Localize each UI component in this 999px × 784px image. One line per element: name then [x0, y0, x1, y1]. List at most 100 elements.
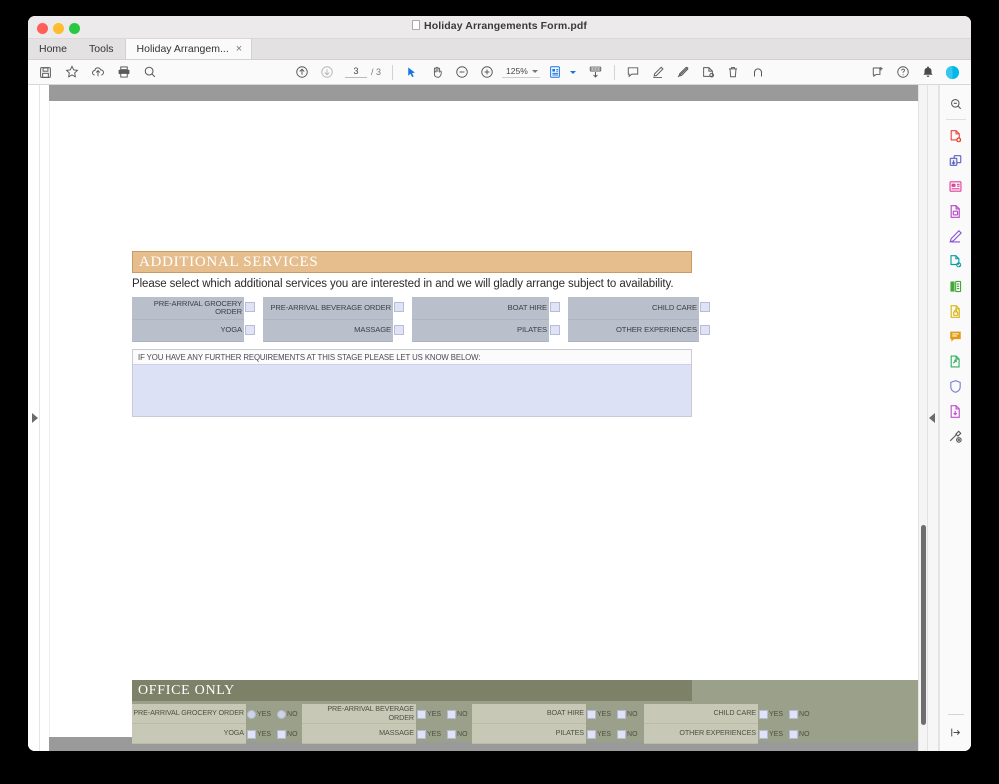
- office-row[interactable]: YOGA YES: [132, 724, 302, 744]
- combine-files-icon[interactable]: [944, 149, 968, 174]
- service-row[interactable]: PRE-ARRIVAL BEVERAGE ORDER: [263, 297, 393, 320]
- office-option-yes[interactable]: YES: [247, 710, 271, 719]
- create-pdf-icon[interactable]: [944, 124, 968, 149]
- yes-checkbox[interactable]: [587, 730, 596, 739]
- vertical-scrollbar[interactable]: [918, 85, 927, 751]
- close-icon[interactable]: ×: [236, 44, 242, 55]
- send-for-review-icon[interactable]: [944, 349, 968, 374]
- office-option-yes[interactable]: YES: [417, 710, 441, 719]
- edit-pdf-icon[interactable]: [944, 224, 968, 249]
- zoom-out-icon[interactable]: [450, 62, 473, 83]
- yes-checkbox[interactable]: [759, 710, 768, 719]
- office-option-no[interactable]: NO: [617, 710, 638, 719]
- office-option-yes[interactable]: YES: [759, 710, 783, 719]
- no-checkbox[interactable]: [617, 710, 626, 719]
- fill-and-sign-icon[interactable]: [584, 62, 607, 83]
- further-requirements-input[interactable]: [133, 364, 691, 416]
- yes-checkbox[interactable]: [587, 710, 596, 719]
- scrollbar-thumb[interactable]: [921, 525, 926, 725]
- office-option-no[interactable]: NO: [447, 710, 468, 719]
- collapse-right-panel-icon[interactable]: [929, 413, 935, 423]
- yes-checkbox[interactable]: [759, 730, 768, 739]
- select-cursor-icon[interactable]: [400, 62, 423, 83]
- no-checkbox[interactable]: [789, 710, 798, 719]
- shield-protect-icon[interactable]: [944, 374, 968, 399]
- no-checkbox[interactable]: [447, 710, 456, 719]
- no-checkbox[interactable]: [789, 730, 798, 739]
- service-checkbox[interactable]: [394, 302, 404, 312]
- print-icon[interactable]: [112, 62, 135, 83]
- service-row[interactable]: MASSAGE: [263, 320, 393, 342]
- trash-icon[interactable]: [722, 62, 745, 83]
- zoom-level-dropdown[interactable]: 125%: [502, 66, 540, 78]
- organize-pages-icon[interactable]: [944, 174, 968, 199]
- office-option-yes[interactable]: YES: [417, 730, 441, 739]
- service-checkbox[interactable]: [700, 325, 710, 335]
- stamp-icon[interactable]: [697, 62, 720, 83]
- service-checkbox[interactable]: [245, 325, 255, 335]
- share-icon[interactable]: [866, 62, 889, 83]
- office-row[interactable]: CHILD CARE YES: [644, 704, 844, 724]
- office-option-no[interactable]: NO: [789, 710, 810, 719]
- office-option-yes[interactable]: YES: [587, 730, 611, 739]
- protect-tool-icon[interactable]: [944, 299, 968, 324]
- page-number-input[interactable]: 3: [345, 66, 367, 78]
- compress-pdf-icon[interactable]: [944, 399, 968, 424]
- cloud-upload-icon[interactable]: [86, 62, 109, 83]
- page-fit-icon[interactable]: [544, 62, 567, 83]
- menu-item-tools[interactable]: Tools: [78, 39, 125, 59]
- office-row[interactable]: MASSAGE YES: [302, 724, 472, 744]
- yes-radio[interactable]: [247, 710, 256, 719]
- office-row[interactable]: BOAT HIRE YES: [472, 704, 644, 724]
- menu-item-home[interactable]: Home: [28, 39, 78, 59]
- service-checkbox[interactable]: [550, 302, 560, 312]
- no-checkbox[interactable]: [617, 730, 626, 739]
- zoom-in-icon[interactable]: [475, 62, 498, 83]
- document-viewport[interactable]: ADDITIONAL SERVICES Please select which …: [40, 85, 927, 751]
- page-fit-chevron-down-icon[interactable]: [570, 71, 576, 74]
- search-tools-icon[interactable]: [944, 91, 968, 116]
- comment-icon[interactable]: [622, 62, 645, 83]
- star-icon[interactable]: [60, 62, 83, 83]
- comment-bubble-icon[interactable]: [944, 324, 968, 349]
- service-checkbox[interactable]: [550, 325, 560, 335]
- document-tab[interactable]: Holiday Arrangem... ×: [125, 39, 253, 59]
- yes-checkbox[interactable]: [417, 730, 426, 739]
- office-option-no[interactable]: NO: [447, 730, 468, 739]
- export-pdf-icon[interactable]: [944, 199, 968, 224]
- highlight-pen-icon[interactable]: [647, 62, 670, 83]
- office-row[interactable]: PILATES YES: [472, 724, 644, 744]
- next-page-icon[interactable]: [315, 62, 338, 83]
- service-row[interactable]: PRE-ARRIVAL GROCERY ORDER: [132, 297, 244, 320]
- no-radio[interactable]: [277, 710, 286, 719]
- more-tools-icon[interactable]: [944, 424, 968, 449]
- fill-sign-tool-icon[interactable]: [944, 274, 968, 299]
- service-checkbox[interactable]: [245, 302, 255, 312]
- service-row[interactable]: YOGA: [132, 320, 244, 342]
- office-option-yes[interactable]: YES: [247, 730, 271, 739]
- right-panel-rail[interactable]: [927, 85, 939, 751]
- expand-panel-icon[interactable]: [944, 720, 968, 745]
- hand-icon[interactable]: [425, 62, 448, 83]
- office-option-no[interactable]: NO: [277, 730, 298, 739]
- office-option-no[interactable]: NO: [789, 730, 810, 739]
- service-row[interactable]: CHILD CARE: [568, 297, 699, 320]
- office-row[interactable]: PRE-ARRIVAL GROCERY ORDER YES: [132, 704, 302, 724]
- service-row[interactable]: BOAT HIRE: [412, 297, 549, 320]
- undo-icon[interactable]: [747, 62, 770, 83]
- office-row[interactable]: OTHER EXPERIENCES YES: [644, 724, 844, 744]
- office-row[interactable]: PRE-ARRIVAL BEVERAGE ORDER YES: [302, 704, 472, 724]
- no-checkbox[interactable]: [447, 730, 456, 739]
- office-option-yes[interactable]: YES: [587, 710, 611, 719]
- service-checkbox[interactable]: [394, 325, 404, 335]
- draw-icon[interactable]: [672, 62, 695, 83]
- yes-checkbox[interactable]: [417, 710, 426, 719]
- yes-checkbox[interactable]: [247, 730, 256, 739]
- service-row[interactable]: PILATES: [412, 320, 549, 342]
- service-row[interactable]: OTHER EXPERIENCES: [568, 320, 699, 342]
- office-option-yes[interactable]: YES: [759, 730, 783, 739]
- office-option-no[interactable]: NO: [617, 730, 638, 739]
- comment-tool-icon[interactable]: [944, 249, 968, 274]
- no-checkbox[interactable]: [277, 730, 286, 739]
- search-icon[interactable]: [138, 62, 161, 83]
